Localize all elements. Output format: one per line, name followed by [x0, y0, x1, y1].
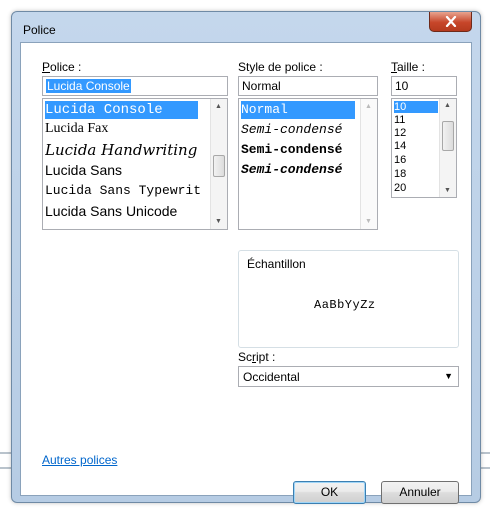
font-name-value: Lucida Console	[46, 79, 131, 93]
background-line	[481, 467, 490, 469]
chevron-down-icon: ▼	[444, 371, 453, 381]
cancel-button[interactable]: Annuler	[381, 481, 459, 504]
background-line	[0, 452, 11, 454]
font-list-item[interactable]: Lucida Sans	[45, 161, 201, 179]
style-list-item[interactable]: Semi-condensé	[241, 161, 357, 179]
scroll-thumb[interactable]	[442, 121, 454, 151]
size-list-item[interactable]: 10	[394, 101, 438, 113]
scroll-down-icon[interactable]: ▼	[365, 218, 372, 225]
script-label: Script :	[238, 350, 276, 364]
scroll-down-icon[interactable]: ▼	[444, 187, 451, 194]
background-line	[0, 467, 11, 469]
scroll-down-icon[interactable]: ▼	[215, 218, 222, 225]
window-title: Police	[23, 23, 56, 37]
font-name-input[interactable]: Lucida Console	[42, 76, 228, 96]
size-list-item[interactable]: 14	[394, 140, 438, 152]
font-list-item[interactable]: Lucida Handwriting	[45, 140, 201, 160]
font-listbox[interactable]: Lucida Console Lucida Fax Lucida Handwri…	[42, 98, 228, 230]
size-list-item[interactable]: 18	[394, 168, 438, 180]
font-style-listbox[interactable]: Normal Semi-condensé Semi-condensé Semi-…	[238, 98, 378, 230]
script-value: Occidental	[243, 370, 300, 384]
font-size-listbox[interactable]: 10 11 12 14 16 18 20 ▲ ▼	[391, 98, 457, 198]
dialog-body: Police : Lucida Console Lucida Console L…	[20, 42, 472, 504]
sample-groupbox: Échantillon AaBbYyZz	[238, 250, 459, 348]
title-bar[interactable]: Police	[12, 12, 480, 42]
style-list-scrollbar[interactable]: ▲ ▼	[360, 99, 377, 229]
font-style-label: Style de police :	[238, 60, 323, 74]
font-size-label: Taille :	[391, 60, 426, 74]
scroll-thumb[interactable]	[213, 155, 225, 177]
style-list-item[interactable]: Semi-condensé	[241, 121, 357, 139]
scroll-up-icon[interactable]: ▲	[444, 102, 451, 109]
background-line	[481, 452, 490, 454]
close-icon	[445, 16, 457, 27]
ok-button[interactable]: OK	[293, 481, 366, 504]
size-list-item[interactable]: 12	[394, 127, 438, 139]
font-list-item[interactable]: Lucida Fax	[45, 120, 198, 138]
font-list-item[interactable]: Lucida Sans Typewriter	[45, 182, 201, 200]
scroll-up-icon[interactable]: ▲	[365, 103, 372, 110]
more-fonts-link[interactable]: Autres polices	[42, 453, 117, 467]
font-size-input[interactable]: 10	[391, 76, 457, 96]
font-dialog: Police Police : Lucida Console Lucida Co…	[11, 11, 481, 504]
font-list-item[interactable]: Lucida Console	[45, 101, 198, 119]
size-list-item[interactable]: 16	[394, 154, 438, 166]
close-button[interactable]	[429, 12, 472, 32]
style-list-item[interactable]: Normal	[241, 101, 355, 119]
font-style-input[interactable]: Normal	[238, 76, 378, 96]
sample-label: Échantillon	[247, 257, 306, 271]
sample-text: AaBbYyZz	[314, 298, 376, 312]
font-list-item[interactable]: Lucida Sans Unicode	[45, 202, 201, 220]
size-list-item[interactable]: 20	[394, 182, 438, 194]
script-select[interactable]: Occidental ▼	[238, 366, 459, 387]
size-list-scrollbar[interactable]: ▲ ▼	[439, 99, 456, 197]
scroll-up-icon[interactable]: ▲	[215, 103, 222, 110]
size-list-item[interactable]: 11	[394, 114, 438, 126]
font-list-scrollbar[interactable]: ▲ ▼	[210, 99, 227, 229]
font-label: Police :	[42, 60, 82, 74]
style-list-item[interactable]: Semi-condensé	[241, 141, 357, 159]
